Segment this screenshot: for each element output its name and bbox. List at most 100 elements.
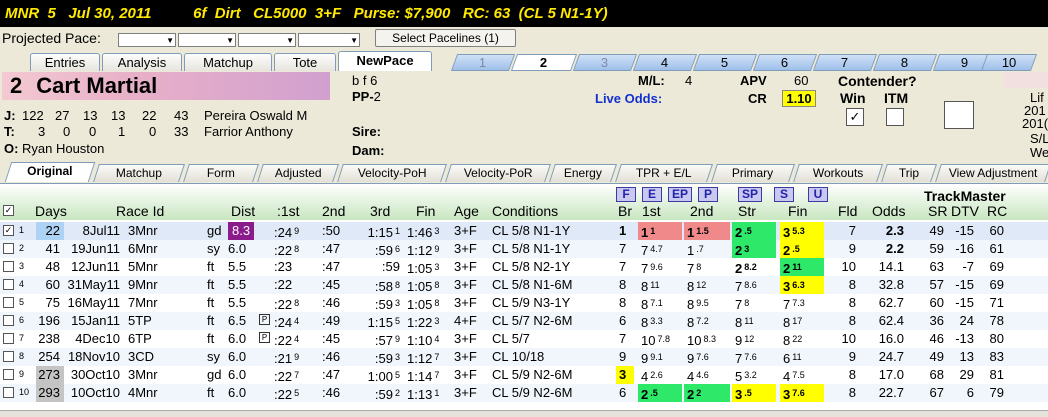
- col-conditions: Conditions: [492, 203, 559, 219]
- horse-tab-10[interactable]: 10: [980, 54, 1038, 71]
- col-fin-pos: Fin: [788, 203, 808, 219]
- win-label: Win: [840, 90, 866, 106]
- table-row[interactable]: 8 254 18Nov10 3CD sy 6.0:21 9:46:59 3 1:12 7 3+F CL…: [0, 348, 1048, 366]
- rc-value: 69: [989, 277, 1004, 292]
- tab-matchup[interactable]: Matchup: [184, 53, 272, 71]
- filter-e-button[interactable]: E: [642, 187, 662, 202]
- ml-value: 4: [685, 73, 693, 88]
- table-row[interactable]: ✓ 1 22 8Jul11 3Mnr gd 8.3:24 9:50 1:15 1 1:46 3 3+F C…: [0, 222, 1048, 240]
- chevron-down-icon: ▼: [226, 36, 234, 45]
- view-tab-adjusted[interactable]: Adjusted: [257, 164, 339, 182]
- horse-tab-3[interactable]: 3: [572, 54, 638, 71]
- filter-sp-button[interactable]: SP: [738, 187, 762, 202]
- itm-checkbox[interactable]: [886, 108, 904, 126]
- filter-ep-button[interactable]: EP: [668, 187, 692, 202]
- view-tab-workouts[interactable]: Workouts: [793, 164, 883, 182]
- filter-f-button[interactable]: F: [616, 187, 636, 202]
- table-row[interactable]: 9 273 30Oct10 3Mnr gd 6.0:22 7:47 1:00 5 1:14 7 3+F…: [0, 366, 1048, 384]
- rc-value: 60: [989, 223, 1004, 238]
- dam-label: Dam:: [352, 143, 385, 158]
- tab-tote[interactable]: Tote: [274, 53, 336, 71]
- table-row[interactable]: 4 60 31May11 9Mnr ft 5.5:22:45:58 8 1:05 8 3+F CL …: [0, 276, 1048, 294]
- col-1st-call: :1st: [277, 203, 300, 219]
- select-all-checkbox[interactable]: ✓: [3, 205, 14, 216]
- chevron-down-icon: ▼: [166, 36, 174, 45]
- view-tab-matchup[interactable]: Matchup: [93, 164, 185, 182]
- side-label-4: S/L: [1030, 131, 1048, 146]
- race-header: MNR 5 Jul 30, 2011 6f Dirt CL5000 3+F Pu…: [0, 0, 1048, 27]
- horse-tab-1[interactable]: 1: [450, 54, 516, 71]
- filter-u-button[interactable]: U: [808, 187, 828, 202]
- horse-tab-4[interactable]: 4: [632, 54, 698, 71]
- col-2nd-pos: 2nd: [690, 203, 714, 219]
- col-dtv: DTV: [951, 203, 979, 219]
- tab-analysis[interactable]: Analysis: [102, 53, 182, 71]
- table-row[interactable]: 7 238 4Dec10 6TP ft 6.0 P:22 4:45:57 9 1:10 4 3+F CL…: [0, 330, 1048, 348]
- apv-label: APV: [740, 73, 767, 88]
- pace-dropdown-2[interactable]: ▼: [178, 33, 236, 47]
- view-tab-velocity-poh[interactable]: Velocity-PoH: [337, 164, 447, 182]
- col-1st-pos: 1st: [642, 203, 661, 219]
- horse-tab-2[interactable]: 2: [510, 54, 578, 71]
- select-pacelines-button[interactable]: Select Pacelines (1): [375, 29, 516, 47]
- view-tab-view-adjustment[interactable]: View Adjustment: [935, 164, 1048, 182]
- side-label-5: We: [1030, 145, 1048, 160]
- post-position: PP-2: [352, 89, 381, 104]
- col-dist: Dist: [231, 203, 256, 219]
- col-str: Str: [738, 203, 756, 219]
- rc-value: 71: [989, 295, 1004, 310]
- horse-number: 2: [10, 73, 23, 98]
- view-tab-tpr-el[interactable]: TPR + E/L: [615, 164, 713, 182]
- live-odds-label: Live Odds:: [595, 91, 663, 106]
- trackmaster-label: TrackMaster: [924, 188, 1006, 204]
- horse-name-bar: 2 Cart Martial: [2, 72, 330, 100]
- rc-value: 79: [989, 385, 1004, 400]
- horizontal-scrollbar[interactable]: [0, 410, 1048, 417]
- table-row[interactable]: 6 196 15Jan11 5TP ft 6.5 P:24 4:49 1:15 5 1:22 3 4+F…: [0, 312, 1048, 330]
- table-row[interactable]: 10 293 10Oct10 4Mnr ft 6.0:22 5:46:59 2 1:13 1 3+F…: [0, 384, 1048, 402]
- tab-newpace[interactable]: NewPace: [338, 51, 432, 71]
- col-odds: Odds: [872, 203, 906, 219]
- tab-entries[interactable]: Entries: [30, 53, 100, 71]
- horse-sex: b f 6: [352, 73, 378, 88]
- col-br: Br: [618, 203, 632, 219]
- col-fin-time: Fin: [416, 203, 436, 219]
- horse-tab-6[interactable]: 6: [752, 54, 818, 71]
- owner-name: Ryan Houston: [22, 141, 105, 156]
- pace-dropdown-1[interactable]: ▼: [118, 33, 176, 47]
- win-checkbox[interactable]: ✓: [846, 108, 864, 126]
- rc-value: 80: [989, 331, 1004, 346]
- contender-label: Contender?: [838, 73, 917, 89]
- col-fld: Fld: [838, 203, 858, 219]
- col-days: Days: [35, 203, 67, 219]
- jockey-name: Pereira Oswald M: [204, 108, 308, 123]
- horse-tab-7[interactable]: 7: [812, 54, 878, 71]
- filter-s-button[interactable]: S: [774, 187, 794, 202]
- table-row[interactable]: 2 41 19Jun11 6Mnr sy 6.0:22 8:47:59 6 1:12 9 3+F CL…: [0, 240, 1048, 258]
- view-tab-original[interactable]: Original: [4, 162, 96, 182]
- table-row[interactable]: 3 48 12Jun11 5Mnr ft 5.5:23:47:59 1:05 3 3+F CL 5…: [0, 258, 1048, 276]
- pace-dropdown-3[interactable]: ▼: [238, 33, 296, 47]
- apv-value: 60: [794, 73, 809, 88]
- contender-box[interactable]: [944, 101, 974, 129]
- table-row[interactable]: 5 75 16May11 7Mnr ft 5.5:22 8:46:59 3 1:05 8 3+F CL…: [0, 294, 1048, 312]
- rc-value: 78: [989, 313, 1004, 328]
- projected-pace-label: Projected Pace:: [2, 30, 101, 46]
- pace-dropdown-4[interactable]: ▼: [298, 33, 360, 47]
- trainer-label: T:: [4, 124, 15, 139]
- past-performance-grid: ✓ F E EP P SP S U TrackMaster Days Race …: [0, 183, 1048, 417]
- jockey-label: J:: [4, 108, 16, 123]
- view-tab-trip[interactable]: Trip: [881, 164, 937, 182]
- trainer-name: Farrior Anthony: [204, 124, 293, 139]
- view-tab-primary[interactable]: Primary: [711, 164, 795, 182]
- horse-tab-8[interactable]: 8: [872, 54, 938, 71]
- col-rc: RC: [987, 203, 1008, 219]
- itm-label: ITM: [884, 90, 909, 106]
- horse-tab-5[interactable]: 5: [692, 54, 758, 71]
- view-tab-velocity-por[interactable]: Velocity-PoR: [445, 164, 551, 182]
- side-label-3: 201(: [1022, 116, 1048, 131]
- chevron-down-icon: ▼: [350, 36, 358, 45]
- filter-p-button[interactable]: P: [698, 187, 718, 202]
- view-tab-energy[interactable]: Energy: [549, 164, 617, 182]
- view-tab-form[interactable]: Form: [183, 164, 259, 182]
